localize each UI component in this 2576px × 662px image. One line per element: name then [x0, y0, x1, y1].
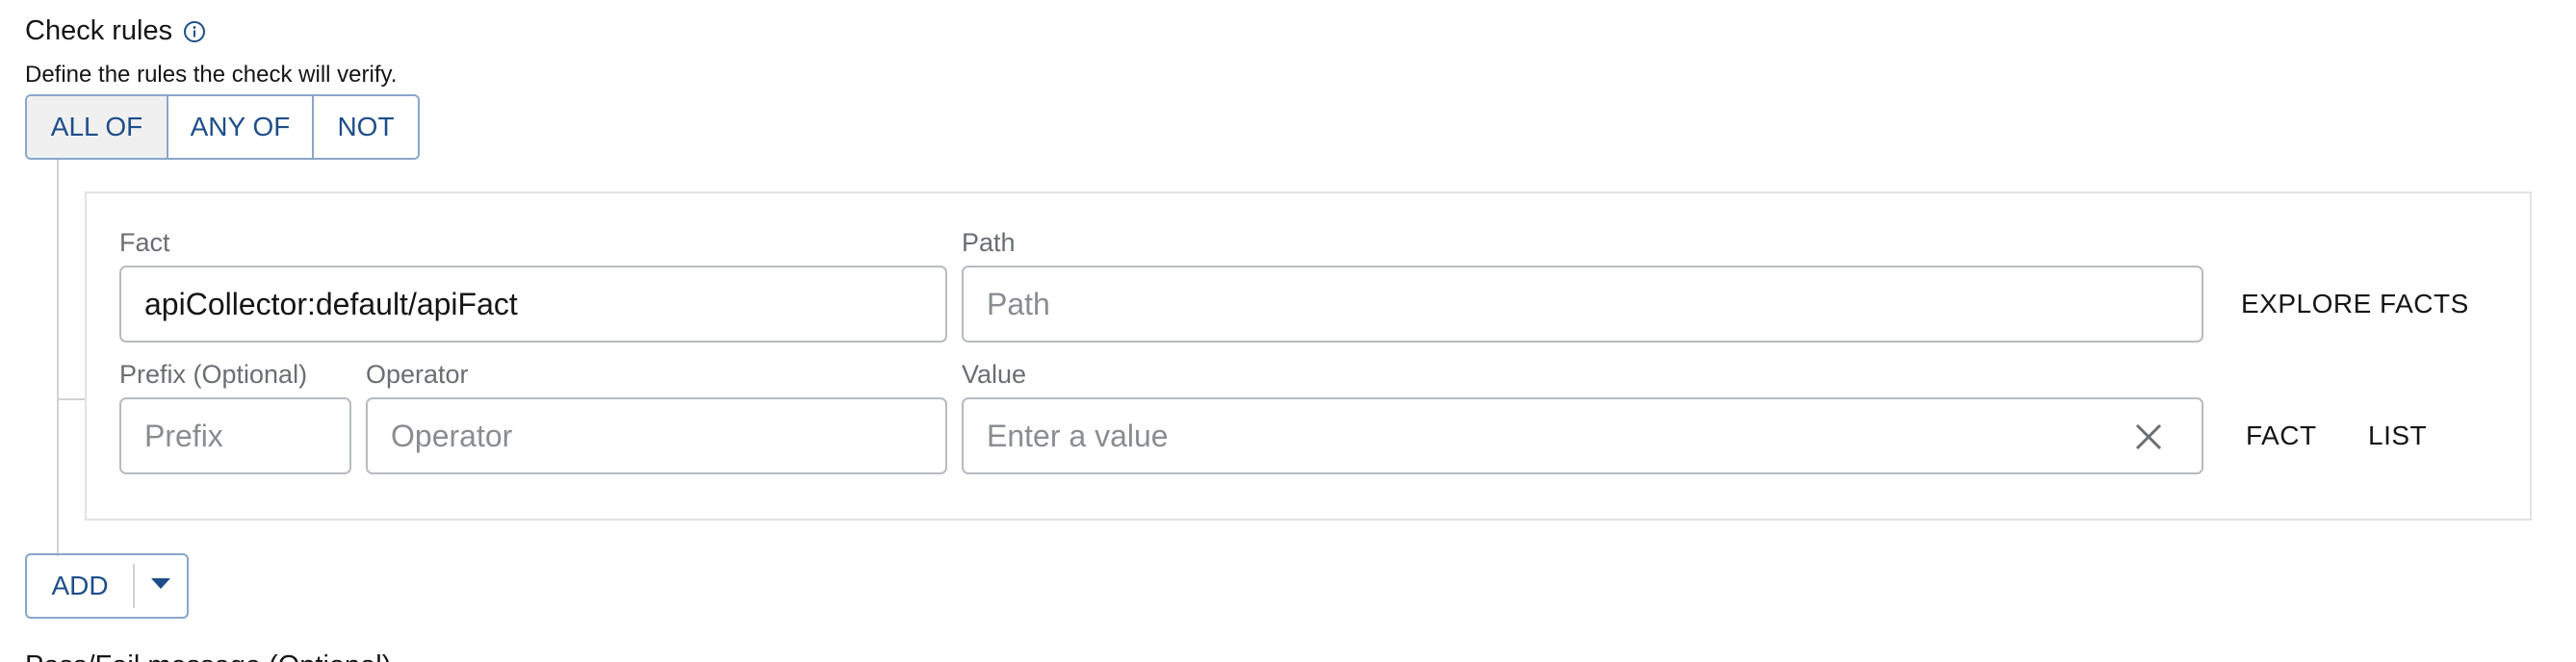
value-input[interactable]: Enter a value	[962, 397, 2203, 474]
check-rules-description: Define the rules the check will verify.	[25, 62, 398, 88]
prefix-placeholder: Prefix	[144, 418, 223, 453]
path-label: Path	[962, 228, 1016, 257]
rule-tree-line	[57, 160, 59, 556]
clear-icon[interactable]	[2134, 422, 2163, 451]
fact-field-value: apiCollector:default/apiFact	[144, 286, 518, 321]
add-dropdown-toggle[interactable]	[135, 555, 187, 617]
list-button[interactable]: LIST	[2368, 420, 2427, 451]
rule-tree-branch	[57, 398, 87, 400]
prefix-label: Prefix (Optional)	[119, 360, 308, 389]
info-icon[interactable]	[183, 20, 206, 43]
path-placeholder: Path	[987, 286, 1050, 321]
add-button-label[interactable]: ADD	[27, 555, 133, 617]
operator-placeholder: Operator	[391, 418, 513, 453]
explore-facts-button[interactable]: EXPLORE FACTS	[2241, 289, 2469, 319]
fact-field[interactable]: apiCollector:default/apiFact	[119, 266, 947, 343]
all-of-button[interactable]: ALL OF	[27, 96, 168, 158]
value-placeholder: Enter a value	[987, 418, 1169, 453]
operator-select[interactable]: Operator	[366, 397, 947, 474]
value-label: Value	[962, 360, 1027, 389]
rule-card: Fact apiCollector:default/apiFact Path P…	[85, 191, 2532, 521]
caret-down-icon	[151, 577, 170, 595]
check-rules-heading: Check rules	[25, 15, 206, 47]
not-button[interactable]: NOT	[314, 96, 418, 158]
any-of-button[interactable]: ANY OF	[168, 96, 314, 158]
rule-group-toggle: ALL OF ANY OF NOT	[25, 94, 420, 160]
path-input[interactable]: Path	[962, 266, 2203, 343]
fact-button[interactable]: FACT	[2246, 420, 2317, 451]
add-rule-button: ADD	[25, 553, 189, 619]
prefix-input[interactable]: Prefix	[119, 397, 351, 474]
check-rules-title: Check rules	[25, 15, 173, 46]
check-rules-page: Check rules Define the rules the check w…	[0, 0, 2576, 662]
next-section-title: Pass/Fail message (Optional)	[25, 650, 391, 662]
fact-label: Fact	[119, 228, 170, 257]
operator-label: Operator	[366, 360, 469, 389]
